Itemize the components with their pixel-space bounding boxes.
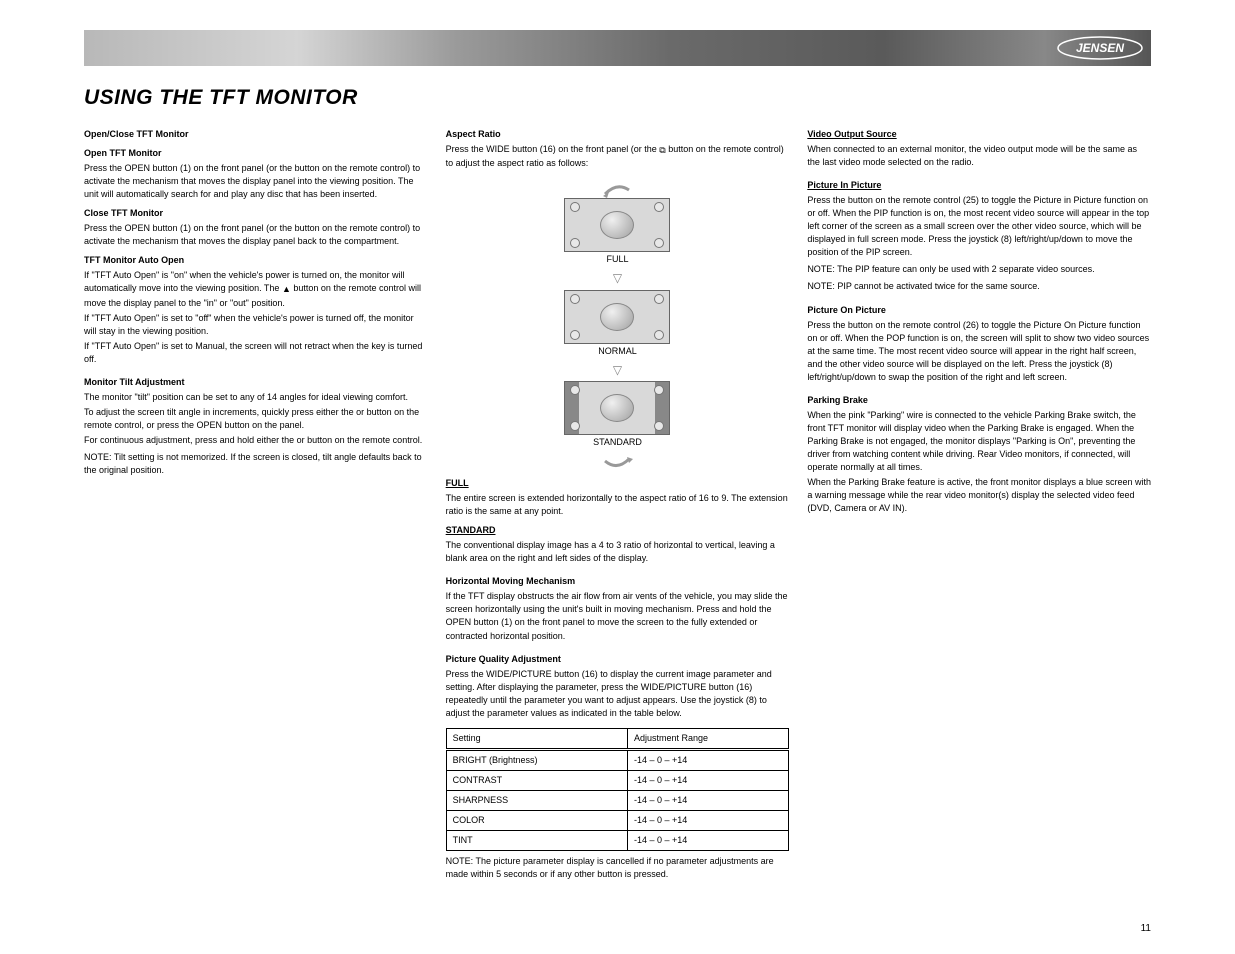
screw-icon: [570, 294, 580, 304]
paragraph-full: The entire screen is extended horizontal…: [446, 492, 790, 518]
note-label: NOTE:: [807, 281, 837, 291]
aspect-standard-label: STANDARD: [561, 436, 673, 449]
logo-text: JENSEN: [1076, 41, 1124, 55]
subheading-auto-open: TFT Monitor Auto Open: [84, 254, 428, 267]
column-1: Open/Close TFT Monitor Open TFT Monitor …: [84, 118, 428, 883]
paragraph-brake-2: When the Parking Brake feature is active…: [807, 476, 1151, 515]
paragraph-video-out: When connected to an external monitor, t…: [807, 143, 1151, 169]
table-row: SHARPNESS-14 – 0 – +14: [446, 790, 789, 810]
table-row: CONTRAST-14 – 0 – +14: [446, 770, 789, 790]
lens-icon: [600, 394, 634, 422]
screw-icon: [570, 202, 580, 212]
jensen-logo: JENSEN: [1057, 36, 1143, 60]
subheading-standard: STANDARD: [446, 524, 790, 537]
paragraph-close: Press the OPEN button (1) on the front p…: [84, 222, 428, 248]
note-label: NOTE:: [446, 856, 476, 866]
curl-arrow-icon: [597, 180, 637, 198]
aspect-full-box: [564, 198, 670, 252]
paragraph-pq: Press the WIDE/PICTURE button (16) to di…: [446, 668, 790, 720]
paragraph-aspect: Press the WIDE button (16) on the front …: [446, 143, 790, 170]
note-label: NOTE:: [807, 264, 837, 274]
paragraph-brake-1: When the pink "Parking" wire is connecte…: [807, 409, 1151, 474]
subheading-open: Open TFT Monitor: [84, 147, 428, 160]
table-row: COLOR-14 – 0 – +14: [446, 811, 789, 831]
pip-note-2: NOTE: PIP cannot be activated twice for …: [807, 280, 1151, 293]
screw-icon: [570, 330, 580, 340]
paragraph-tilt-2: To adjust the screen tilt angle in incre…: [84, 406, 428, 432]
heading-open-close: Open/Close TFT Monitor: [84, 128, 428, 141]
aspect-standard-box: [564, 381, 670, 435]
heading-pip: Picture In Picture: [807, 179, 1151, 192]
table-header-range: Adjustment Range: [628, 728, 789, 749]
table-header-setting: Setting: [446, 728, 627, 749]
lens-icon: [600, 303, 634, 331]
heading-tilt: Monitor Tilt Adjustment: [84, 376, 428, 389]
down-arrow-icon: ▽: [561, 362, 673, 379]
aspect-full-label: FULL: [561, 253, 673, 266]
eject-icon: ▲: [282, 283, 291, 296]
aspect-normal-label: NORMAL: [561, 345, 673, 358]
screw-icon: [570, 238, 580, 248]
picture-quality-table: Setting Adjustment Range BRIGHT (Brightn…: [446, 728, 790, 851]
page-title: USING THE TFT MONITOR: [84, 86, 1151, 110]
heading-pop: Picture On Picture: [807, 304, 1151, 317]
paragraph-pip: Press the button on the remote control (…: [807, 194, 1151, 259]
heading-picture-quality: Picture Quality Adjustment: [446, 653, 790, 666]
paragraph-pop: Press the button on the remote control (…: [807, 319, 1151, 384]
column-2: Aspect Ratio Press the WIDE button (16) …: [446, 118, 790, 883]
aspect-ratio-figure: FULL ▽ NORMAL ▽ STANDARD: [561, 180, 673, 471]
paragraph-open: Press the OPEN button (1) on the front p…: [84, 162, 428, 201]
paragraph-auto-open-1: If "TFT Auto Open" is "on" when the vehi…: [84, 269, 428, 309]
heading-aspect: Aspect Ratio: [446, 128, 790, 141]
screw-icon: [654, 202, 664, 212]
pip-note-1: NOTE: The PIP feature can only be used w…: [807, 263, 1151, 276]
paragraph-auto-open-2: If "TFT Auto Open" is set to "off" when …: [84, 312, 428, 338]
table-header-row: Setting Adjustment Range: [446, 728, 789, 749]
subheading-full: FULL: [446, 477, 790, 490]
tilt-note: NOTE: Tilt setting is not memorized. If …: [84, 451, 428, 477]
subheading-close: Close TFT Monitor: [84, 207, 428, 220]
paragraph-standard: The conventional display image has a 4 t…: [446, 539, 790, 565]
aspect-normal-box: [564, 290, 670, 344]
paragraph-tilt-1: The monitor "tilt" position can be set t…: [84, 391, 428, 404]
heading-hmove: Horizontal Moving Mechanism: [446, 575, 790, 588]
screw-icon: [654, 238, 664, 248]
table-row: BRIGHT (Brightness)-14 – 0 – +14: [446, 749, 789, 770]
screw-icon: [654, 330, 664, 340]
heading-parking-brake: Parking Brake: [807, 394, 1151, 407]
lens-icon: [600, 211, 634, 239]
header-banner: JENSEN: [84, 30, 1151, 66]
column-3: Video Output Source When connected to an…: [807, 118, 1151, 883]
screw-icon: [654, 294, 664, 304]
pip-icon: ⧉: [659, 144, 665, 157]
paragraph-tilt-3: For continuous adjustment, press and hol…: [84, 434, 428, 447]
down-arrow-icon: ▽: [561, 270, 673, 287]
note-label: NOTE:: [84, 452, 114, 462]
paragraph-auto-open-3: If "TFT Auto Open" is set to Manual, the…: [84, 340, 428, 366]
content-columns: Open/Close TFT Monitor Open TFT Monitor …: [84, 118, 1151, 883]
heading-video-out: Video Output Source: [807, 128, 1151, 141]
curl-arrow-icon: [597, 453, 637, 471]
table-row: TINT-14 – 0 – +14: [446, 831, 789, 851]
paragraph-hmove: If the TFT display obstructs the air flo…: [446, 590, 790, 642]
pq-note: NOTE: The picture parameter display is c…: [446, 855, 790, 881]
page-number: 11: [1141, 923, 1151, 934]
